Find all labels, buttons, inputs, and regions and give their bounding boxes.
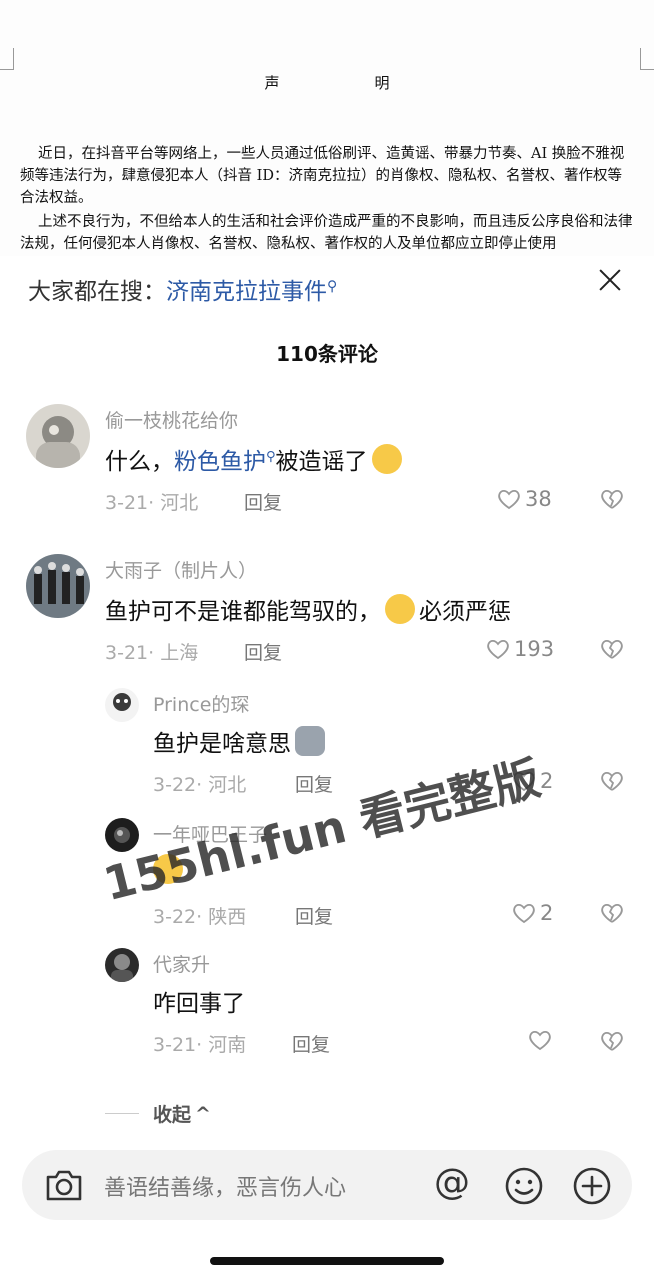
comment-input-bar[interactable]: 善语结善缘，恶言伤人心 @ xyxy=(22,1150,632,1220)
reply-button[interactable]: 回复 xyxy=(295,770,333,797)
heart-icon xyxy=(487,639,509,660)
comment-text: 鱼护可不是谁都能驾驭的， 必须严惩 xyxy=(105,592,511,626)
reply-text: 咋回事了 xyxy=(153,991,245,1017)
reply-location: 河南 xyxy=(208,1034,247,1056)
like-button[interactable]: 2 xyxy=(512,901,553,925)
heart-icon xyxy=(513,771,535,792)
comment-text-part: 什么， xyxy=(105,449,174,475)
like-button[interactable]: 38 xyxy=(497,487,552,511)
reply-button[interactable]: 回复 xyxy=(244,638,282,665)
reply-meta: 3-21· 河南 xyxy=(153,1034,247,1056)
reply-text: 鱼护是啥意思 xyxy=(153,724,325,758)
like-button[interactable] xyxy=(528,1029,556,1051)
reply-username[interactable]: 代家升 xyxy=(153,950,210,977)
like-count: 193 xyxy=(514,637,555,661)
comment-username[interactable]: 大雨子（制片人） xyxy=(105,556,257,583)
avatar[interactable] xyxy=(26,404,90,468)
reply-button[interactable]: 回复 xyxy=(244,488,282,515)
like-button[interactable]: 193 xyxy=(486,637,554,661)
reply-meta: 3-22· 河北 xyxy=(153,774,247,796)
emoji-icon[interactable] xyxy=(504,1166,544,1206)
document-paragraph-2: 上述不良行为，不但给本人的生活和社会评价造成严重的不良影响，而且违反公序良俗和法… xyxy=(20,214,633,252)
crying-emoji-icon xyxy=(153,854,183,884)
comment-text-part: 被造谣了 xyxy=(275,449,368,475)
reply-meta: 3-22· 陕西 xyxy=(153,906,247,928)
comment-date: 3-21 xyxy=(105,492,149,514)
dislike-icon[interactable] xyxy=(600,638,624,660)
comment-text-part: 必须严惩 xyxy=(419,599,511,625)
like-button[interactable]: 2 xyxy=(512,769,553,793)
comment-text: 什么，粉色鱼护⚲被造谣了 xyxy=(105,442,402,476)
comment-location: 河北 xyxy=(160,492,199,514)
dislike-icon[interactable] xyxy=(600,488,624,510)
page-corner-mark xyxy=(640,48,654,70)
comment-meta: 3-21· 上海 xyxy=(105,642,199,664)
dislike-icon[interactable] xyxy=(600,902,624,924)
comment-input-placeholder[interactable]: 善语结善缘，恶言伤人心 xyxy=(104,1170,346,1202)
heart-icon xyxy=(498,489,520,510)
avatar[interactable] xyxy=(105,948,139,982)
comment-sheet: 大家都在搜：济南克拉拉事件⚲ 110条评论 xyxy=(0,256,654,1280)
like-count: 2 xyxy=(540,901,554,925)
reply-username[interactable]: Prince的琛 xyxy=(153,690,249,717)
comment-location: 上海 xyxy=(160,642,199,664)
avatar[interactable] xyxy=(105,818,139,852)
home-indicator[interactable] xyxy=(210,1257,444,1265)
reply-location: 陕西 xyxy=(208,906,247,928)
dislike-icon[interactable] xyxy=(600,770,624,792)
shocked-emoji-icon xyxy=(371,444,402,474)
comment-date: 3-21 xyxy=(105,642,149,664)
chevron-up-icon: ^ xyxy=(195,1102,211,1125)
collapse-replies-button[interactable]: 收起 ^ xyxy=(105,1100,211,1127)
plus-icon[interactable] xyxy=(572,1166,612,1206)
reply-date: 3-22 xyxy=(153,774,197,796)
document-paragraph-1: 近日，在抖音平台等网络上，一些人员通过低俗刷评、造黄谣、带暴力节奏、AI 换脸不… xyxy=(20,146,625,206)
reply-date: 3-21 xyxy=(153,1034,197,1056)
search-icon: ⚲ xyxy=(266,449,276,465)
trending-keyword[interactable]: 济南克拉拉事件 xyxy=(166,279,327,305)
reply-text-part: 鱼护是啥意思 xyxy=(153,731,291,757)
heart-icon xyxy=(513,903,535,924)
comment-search-link[interactable]: 粉色鱼护 xyxy=(174,449,266,475)
crying-emoji-icon xyxy=(385,594,415,624)
document-preview: 声 明 近日，在抖音平台等网络上，一些人员通过低俗刷评、造黄谣、带暴力节奏、AI… xyxy=(0,0,654,256)
comment-count: 110条评论 xyxy=(276,342,378,366)
document-title: 声 明 xyxy=(264,74,430,92)
reply-button[interactable]: 回复 xyxy=(292,1030,330,1057)
divider xyxy=(105,1113,139,1114)
avatar[interactable] xyxy=(105,688,139,722)
husky-emoji-icon xyxy=(295,726,325,756)
dislike-icon[interactable] xyxy=(600,1030,624,1052)
page-corner-mark xyxy=(0,48,14,70)
avatar[interactable] xyxy=(26,554,90,618)
trending-prefix: 大家都在搜： xyxy=(28,279,166,305)
reply-button[interactable]: 回复 xyxy=(295,902,333,929)
reply-username[interactable]: 一年哑巴王子 xyxy=(153,820,267,847)
heart-icon xyxy=(529,1030,551,1051)
reply-location: 河北 xyxy=(208,774,247,796)
search-icon: ⚲ xyxy=(327,278,338,295)
trending-search[interactable]: 大家都在搜：济南克拉拉事件⚲ xyxy=(28,272,337,306)
comment-username[interactable]: 偷一枝桃花给你 xyxy=(105,406,238,433)
like-count: 38 xyxy=(525,487,552,511)
reply-date: 3-22 xyxy=(153,906,197,928)
comment-text-part: 鱼护可不是谁都能驾驭的， xyxy=(105,599,381,625)
reply-text xyxy=(153,854,183,885)
collapse-label: 收起 xyxy=(153,1104,192,1126)
like-count: 2 xyxy=(540,769,554,793)
mention-icon[interactable]: @ xyxy=(434,1162,470,1203)
comment-meta: 3-21· 河北 xyxy=(105,492,199,514)
camera-icon[interactable] xyxy=(44,1167,84,1203)
close-icon[interactable] xyxy=(594,264,626,296)
